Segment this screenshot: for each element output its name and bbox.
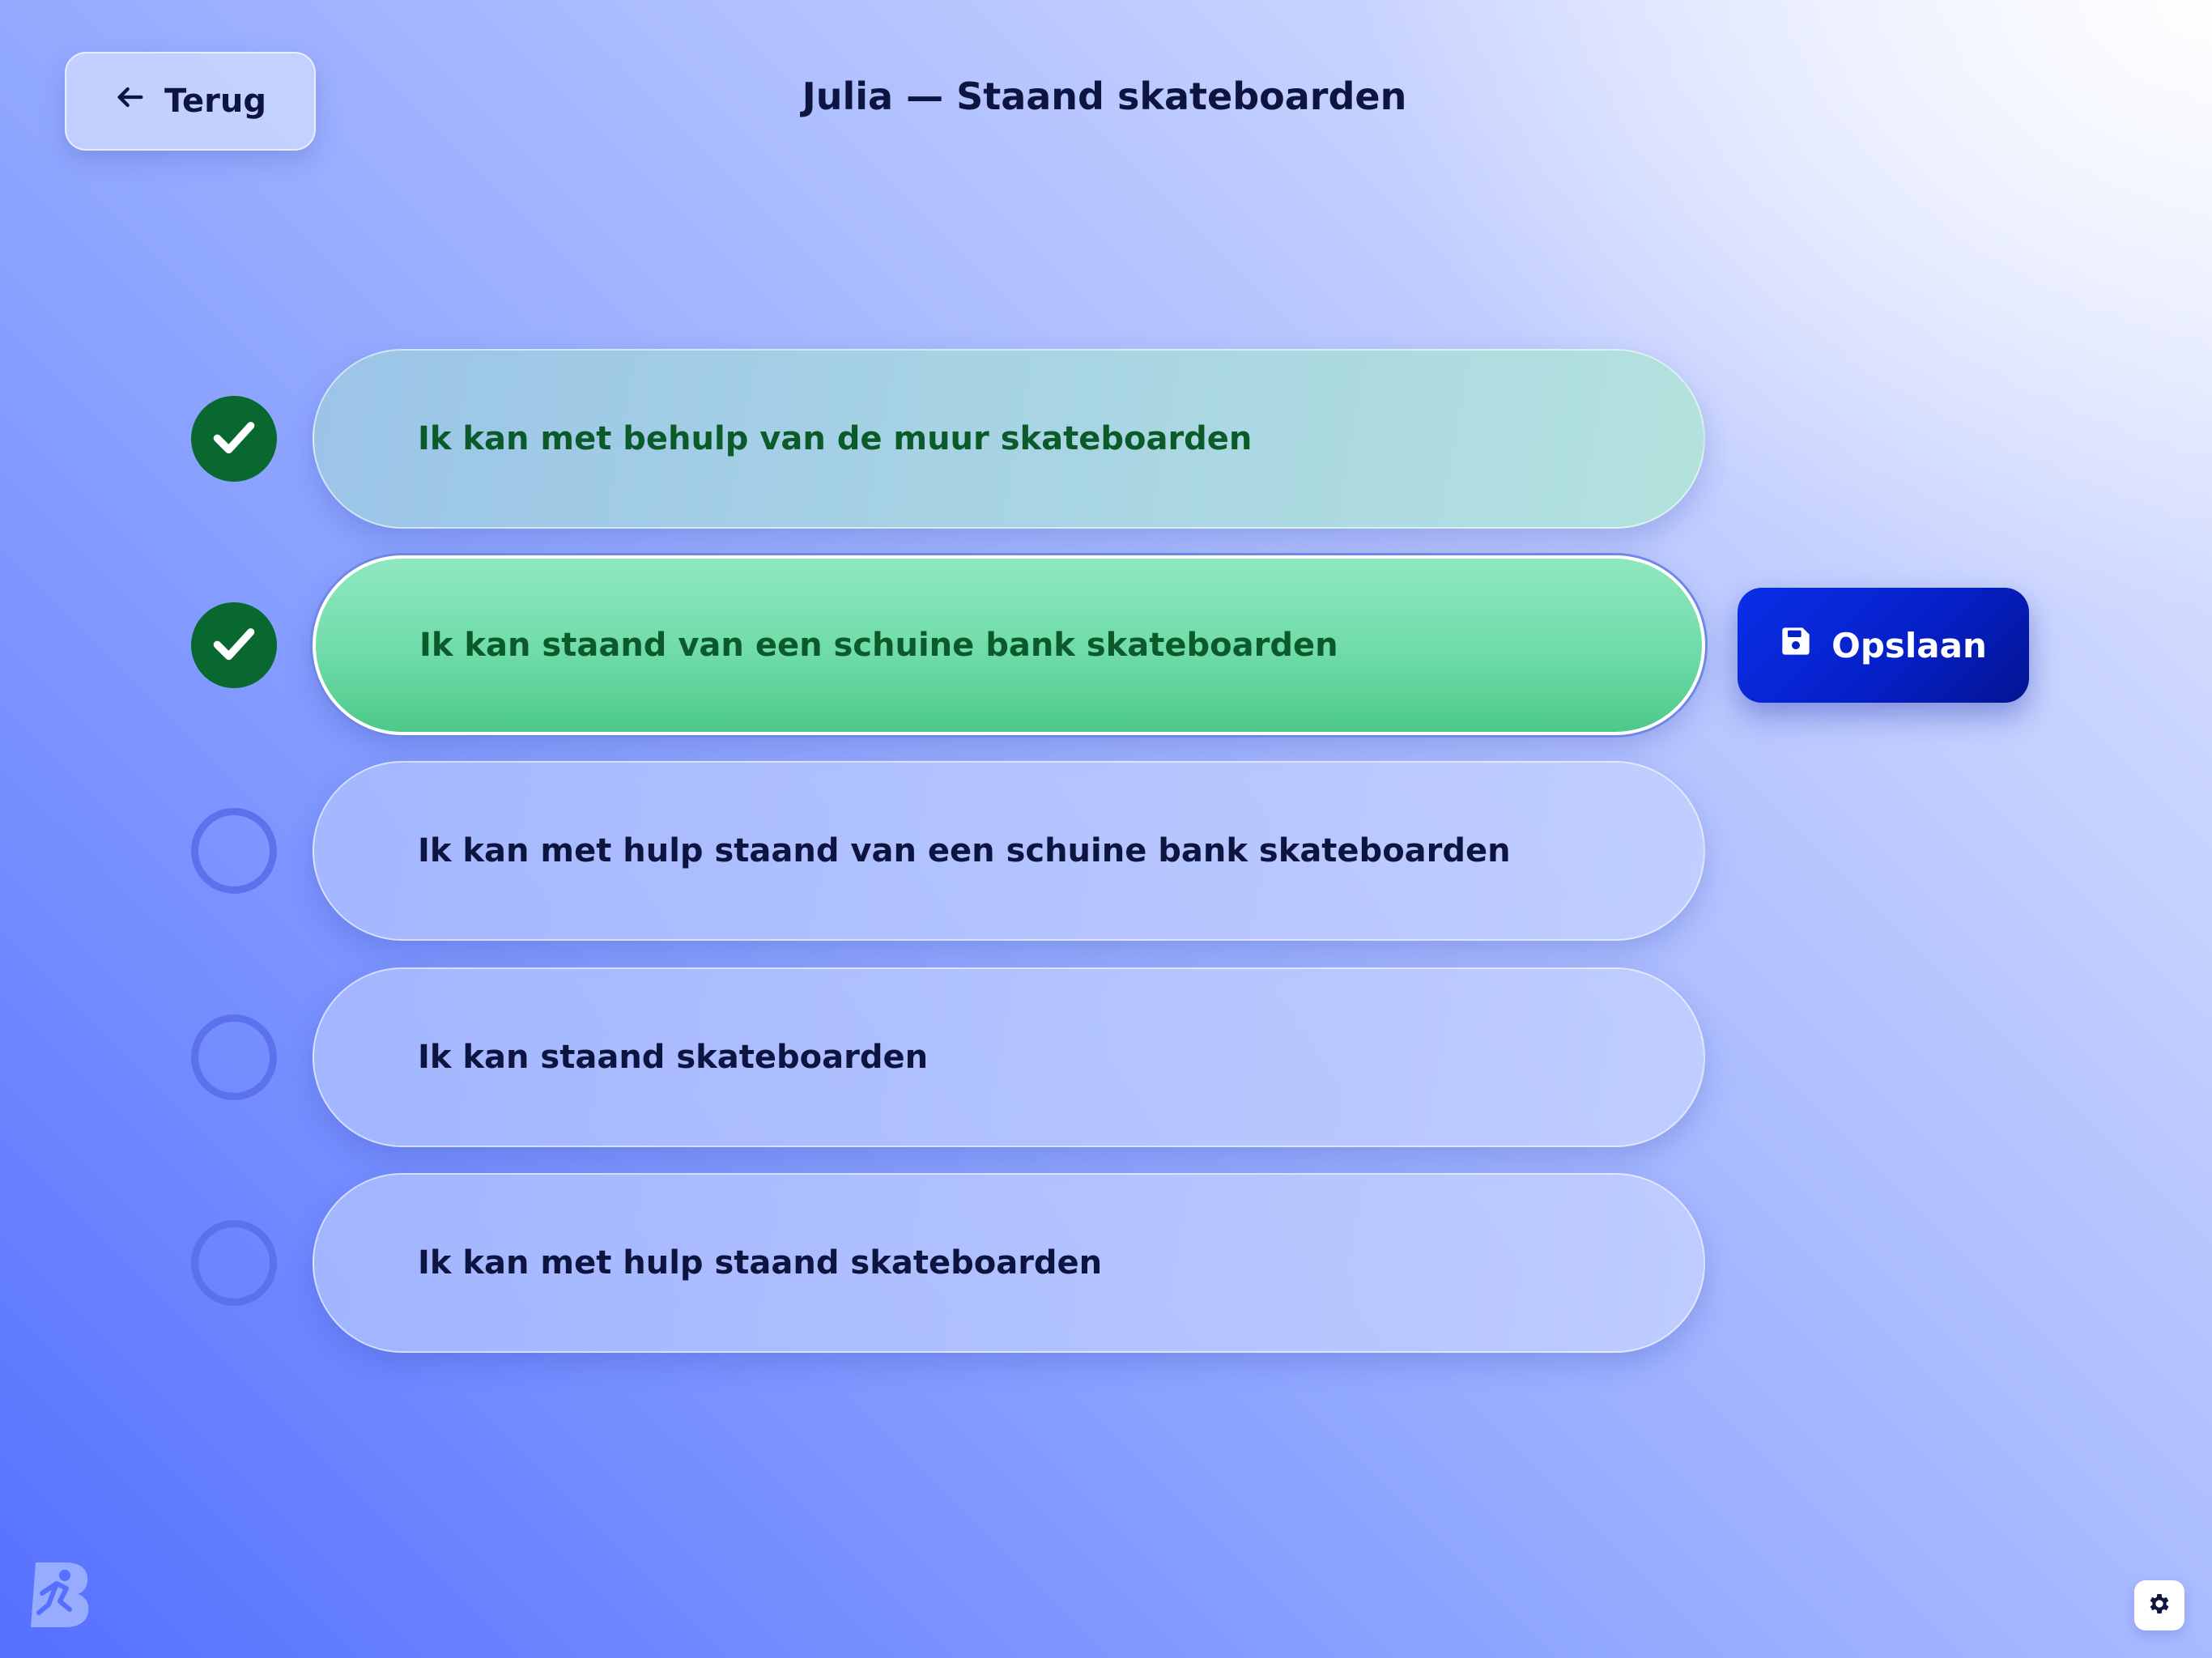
- checkmark-icon: [209, 412, 259, 466]
- step-row: Ik kan met behulp van de muur skateboard…: [191, 349, 1705, 529]
- step-status-open[interactable]: [191, 808, 277, 894]
- floppy-disk-icon: [1780, 625, 1812, 665]
- step-row: Ik kan staand skateboarden: [191, 967, 1705, 1147]
- step-item-5[interactable]: Ik kan met hulp staand skateboarden: [313, 1173, 1705, 1353]
- step-status-done[interactable]: [191, 396, 277, 482]
- step-row: Ik kan staand van een schuine bank skate…: [191, 555, 1705, 735]
- page-title: Julia — Staand skateboarden: [802, 74, 1407, 118]
- step-item-3[interactable]: Ik kan met hulp staand van een schuine b…: [313, 761, 1705, 941]
- step-label: Ik kan staand skateboarden: [418, 1039, 929, 1076]
- step-status-open[interactable]: [191, 1014, 277, 1100]
- settings-button[interactable]: [2134, 1580, 2184, 1630]
- step-status-open[interactable]: [191, 1220, 277, 1306]
- save-button-label: Opslaan: [1831, 625, 1987, 665]
- step-item-2[interactable]: Ik kan staand van een schuine bank skate…: [313, 555, 1705, 735]
- step-row: Ik kan met hulp staand skateboarden: [191, 1173, 1705, 1353]
- save-button[interactable]: Opslaan: [1738, 588, 2029, 703]
- step-status-done[interactable]: [191, 602, 277, 688]
- step-label: Ik kan met hulp staand van een schuine b…: [418, 832, 1511, 869]
- step-label: Ik kan met hulp staand skateboarden: [418, 1244, 1103, 1282]
- step-row: Ik kan met hulp staand van een schuine b…: [191, 761, 1705, 941]
- gear-icon: [2146, 1591, 2172, 1620]
- step-label: Ik kan staand van een schuine bank skate…: [419, 627, 1338, 664]
- step-item-1[interactable]: Ik kan met behulp van de muur skateboard…: [313, 349, 1705, 529]
- step-item-4[interactable]: Ik kan staand skateboarden: [313, 967, 1705, 1147]
- checkmark-icon: [209, 619, 259, 672]
- step-label: Ik kan met behulp van de muur skateboard…: [418, 420, 1253, 457]
- app-logo-icon: [24, 1559, 92, 1629]
